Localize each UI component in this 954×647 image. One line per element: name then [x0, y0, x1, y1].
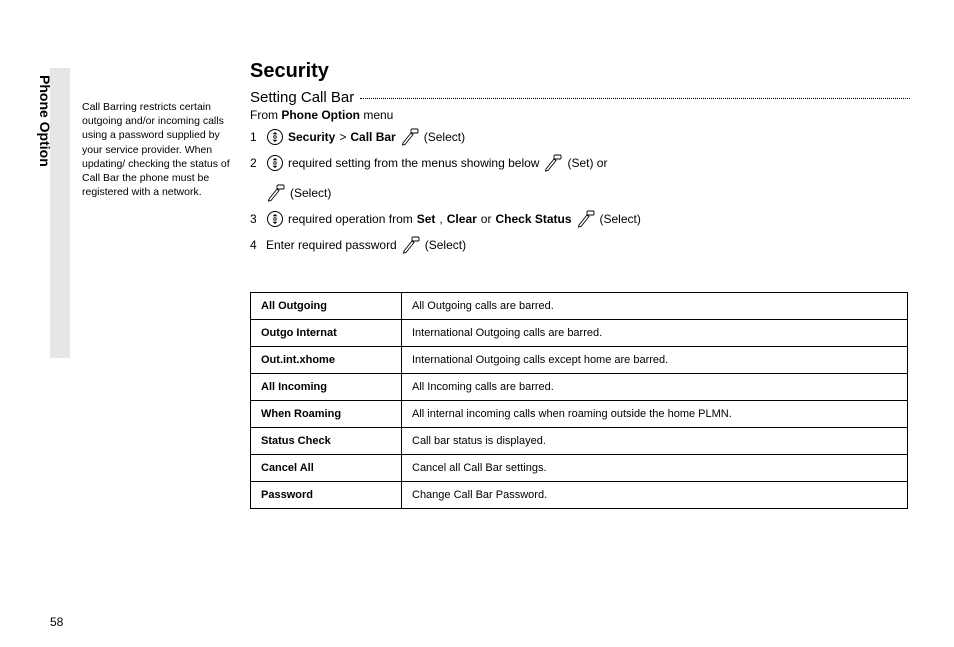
table-row: Outgo InternatInternational Outgoing cal… — [251, 320, 908, 347]
row-name: When Roaming — [251, 401, 402, 428]
side-tab-label: Phone Option — [37, 75, 53, 167]
step-number: 4 — [250, 234, 262, 256]
step-1: 1 Security > Call Bar (Select) — [250, 126, 910, 148]
step2-text: required setting from the menus showing … — [288, 152, 539, 174]
select-key-icon — [401, 236, 421, 254]
select-key-icon — [266, 184, 286, 202]
step3-set: Set — [417, 208, 436, 230]
settings-table: All OutgoingAll Outgoing calls are barre… — [250, 292, 908, 509]
step1-gt: > — [339, 126, 346, 148]
step3-clear: Clear — [447, 208, 477, 230]
table-row: Cancel AllCancel all Call Bar settings. — [251, 455, 908, 482]
sidebar-note: Call Barring restricts certain outgoing … — [82, 100, 232, 199]
step3-text: required operation from — [288, 208, 413, 230]
step1-security: Security — [288, 126, 335, 148]
step1-callbar: Call Bar — [350, 126, 395, 148]
select-key-icon — [576, 210, 596, 228]
step2-set: (Set) or — [567, 152, 607, 174]
step3-select: (Select) — [600, 208, 641, 230]
row-desc: Change Call Bar Password. — [402, 482, 908, 509]
row-name: All Incoming — [251, 374, 402, 401]
from-pre: From — [250, 108, 281, 122]
steps: 1 Security > Call Bar (Select) 2 require… — [250, 126, 910, 256]
table-row: All IncomingAll Incoming calls are barre… — [251, 374, 908, 401]
from-post: menu — [360, 108, 393, 122]
table-row: All OutgoingAll Outgoing calls are barre… — [251, 293, 908, 320]
step3-check: Check Status — [495, 208, 571, 230]
step3-c2: or — [481, 208, 492, 230]
select-key-icon — [400, 128, 420, 146]
row-name: Outgo Internat — [251, 320, 402, 347]
row-desc: All Incoming calls are barred. — [402, 374, 908, 401]
table-row: When RoamingAll internal incoming calls … — [251, 401, 908, 428]
step4-text: Enter required password — [266, 234, 397, 256]
row-name: Status Check — [251, 428, 402, 455]
subheading: Setting Call Bar — [250, 89, 354, 106]
table-row: PasswordChange Call Bar Password. — [251, 482, 908, 509]
nav-circle-icon — [266, 210, 284, 228]
step4-select: (Select) — [425, 234, 466, 256]
subheading-row: Setting Call Bar — [250, 89, 910, 106]
side-tab-background — [50, 68, 70, 358]
select-key-icon — [543, 154, 563, 172]
step-number: 1 — [250, 126, 262, 148]
row-name: Cancel All — [251, 455, 402, 482]
page-number: 58 — [50, 615, 63, 629]
step-3: 3 required operation from Set, Clear or … — [250, 208, 910, 230]
dotted-leader — [360, 98, 910, 99]
table-row: Out.int.xhomeInternational Outgoing call… — [251, 347, 908, 374]
nav-circle-icon — [266, 128, 284, 146]
step2-select: (Select) — [290, 182, 331, 204]
step3-c1: , — [439, 208, 442, 230]
step1-select: (Select) — [424, 126, 465, 148]
row-name: Password — [251, 482, 402, 509]
row-name: Out.int.xhome — [251, 347, 402, 374]
step-4: 4 Enter required password (Select) — [250, 234, 910, 256]
row-desc: Cancel all Call Bar settings. — [402, 455, 908, 482]
nav-circle-icon — [266, 154, 284, 172]
table-row: Status CheckCall bar status is displayed… — [251, 428, 908, 455]
row-desc: International Outgoing calls are barred. — [402, 320, 908, 347]
row-desc: International Outgoing calls except home… — [402, 347, 908, 374]
from-line: From Phone Option menu — [250, 108, 910, 122]
section-title: Security — [250, 60, 910, 83]
step-number: 2 — [250, 152, 262, 174]
row-desc: All Outgoing calls are barred. — [402, 293, 908, 320]
row-desc: Call bar status is displayed. — [402, 428, 908, 455]
row-name: All Outgoing — [251, 293, 402, 320]
main-content: Security Setting Call Bar From Phone Opt… — [250, 60, 910, 509]
from-bold: Phone Option — [281, 108, 360, 122]
step-number: 3 — [250, 208, 262, 230]
row-desc: All internal incoming calls when roaming… — [402, 401, 908, 428]
step-2: 2 required setting from the menus showin… — [250, 152, 910, 204]
